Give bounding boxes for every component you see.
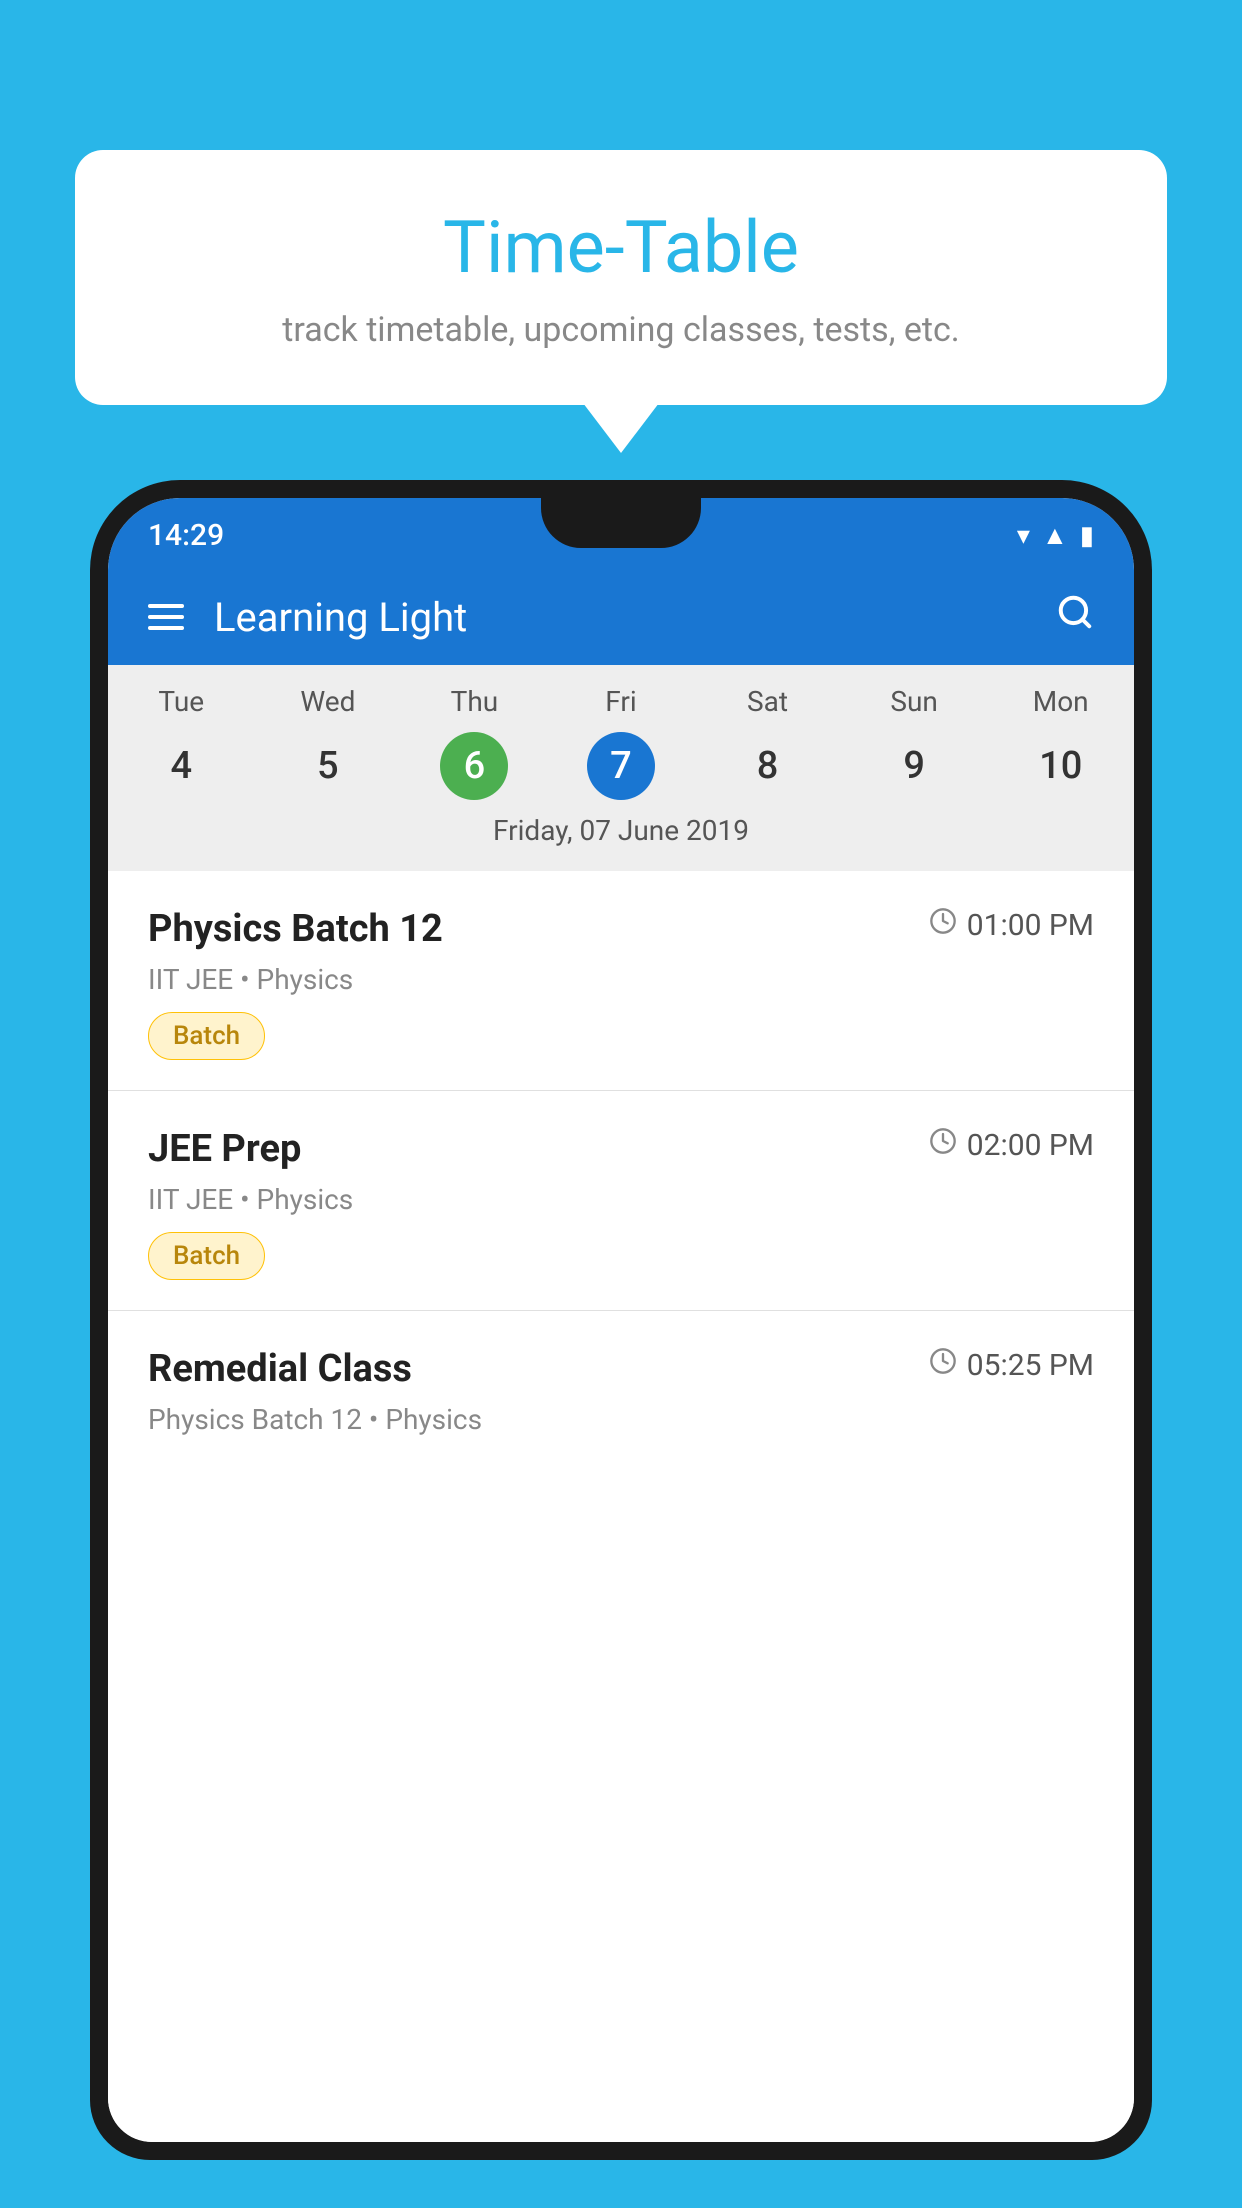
phone-screen: 14:29 ▾ ▲ ▮ Learning Light xyxy=(108,498,1134,2142)
schedule-item-1-title: Physics Batch 12 xyxy=(148,907,443,951)
day-header-sun: Sun xyxy=(841,685,988,718)
schedule-item-1-subtitle: IIT JEE • Physics xyxy=(148,963,1094,996)
status-bar: 14:29 ▾ ▲ ▮ xyxy=(108,498,1134,569)
speech-bubble-section: Time-Table track timetable, upcoming cla… xyxy=(75,150,1167,405)
menu-icon[interactable] xyxy=(148,604,184,630)
day-5[interactable]: 5 xyxy=(294,732,362,800)
phone-frame: 14:29 ▾ ▲ ▮ Learning Light xyxy=(90,480,1152,2160)
schedule-item-2-time-text: 02:00 PM xyxy=(967,1128,1094,1163)
schedule-item-3[interactable]: Remedial Class 05:25 PM Physics Batch xyxy=(108,1311,1134,1436)
clock-icon-3 xyxy=(929,1347,957,1383)
selected-date-label: Friday, 07 June 2019 xyxy=(108,814,1134,861)
day-header-tue: Tue xyxy=(108,685,255,718)
speech-bubble: Time-Table track timetable, upcoming cla… xyxy=(75,150,1167,405)
schedule-item-3-time-text: 05:25 PM xyxy=(967,1348,1094,1383)
phone-container: 14:29 ▾ ▲ ▮ Learning Light xyxy=(90,480,1152,2208)
clock-icon-2 xyxy=(929,1127,957,1163)
day-header-sat: Sat xyxy=(694,685,841,718)
day-8[interactable]: 8 xyxy=(734,732,802,800)
wifi-icon: ▾ xyxy=(1017,521,1030,551)
schedule-list: Physics Batch 12 01:00 PM IIT JEE • P xyxy=(108,871,1134,2142)
clock-icon-1 xyxy=(929,907,957,943)
schedule-item-2[interactable]: JEE Prep 02:00 PM IIT JEE • Physics xyxy=(108,1091,1134,1311)
schedule-item-3-header: Remedial Class 05:25 PM xyxy=(148,1347,1094,1391)
search-icon[interactable] xyxy=(1056,593,1094,641)
day-header-wed: Wed xyxy=(255,685,402,718)
day-header-thu: Thu xyxy=(401,685,548,718)
status-icons: ▾ ▲ ▮ xyxy=(1017,520,1094,551)
schedule-item-2-time: 02:00 PM xyxy=(929,1127,1094,1163)
bubble-title: Time-Table xyxy=(135,205,1107,290)
day-6-today[interactable]: 6 xyxy=(440,732,508,800)
schedule-item-3-time: 05:25 PM xyxy=(929,1347,1094,1383)
bubble-subtitle: track timetable, upcoming classes, tests… xyxy=(135,310,1107,350)
calendar-strip: Tue Wed Thu Fri Sat Sun Mon 4 5 6 7 8 9 … xyxy=(108,665,1134,871)
battery-icon: ▮ xyxy=(1080,521,1094,551)
app-title: Learning Light xyxy=(214,594,1056,641)
day-10[interactable]: 10 xyxy=(1027,732,1095,800)
schedule-item-3-subtitle: Physics Batch 12 • Physics xyxy=(148,1403,1094,1436)
schedule-item-2-badge: Batch xyxy=(148,1232,265,1280)
day-headers: Tue Wed Thu Fri Sat Sun Mon xyxy=(108,685,1134,718)
day-7-selected[interactable]: 7 xyxy=(587,732,655,800)
schedule-item-2-header: JEE Prep 02:00 PM xyxy=(148,1127,1094,1171)
schedule-item-1[interactable]: Physics Batch 12 01:00 PM IIT JEE • P xyxy=(108,871,1134,1091)
schedule-item-1-header: Physics Batch 12 01:00 PM xyxy=(148,907,1094,951)
schedule-item-2-title: JEE Prep xyxy=(148,1127,301,1171)
schedule-item-1-badge: Batch xyxy=(148,1012,265,1060)
day-numbers: 4 5 6 7 8 9 10 xyxy=(108,732,1134,800)
schedule-item-1-time: 01:00 PM xyxy=(929,907,1094,943)
app-bar: Learning Light xyxy=(108,569,1134,665)
status-time: 14:29 xyxy=(148,518,224,553)
day-4[interactable]: 4 xyxy=(147,732,215,800)
day-header-mon: Mon xyxy=(987,685,1134,718)
day-9[interactable]: 9 xyxy=(880,732,948,800)
schedule-item-1-time-text: 01:00 PM xyxy=(967,908,1094,943)
day-header-fri: Fri xyxy=(548,685,695,718)
schedule-item-3-title: Remedial Class xyxy=(148,1347,412,1391)
schedule-item-2-subtitle: IIT JEE • Physics xyxy=(148,1183,1094,1216)
signal-icon: ▲ xyxy=(1042,520,1068,551)
